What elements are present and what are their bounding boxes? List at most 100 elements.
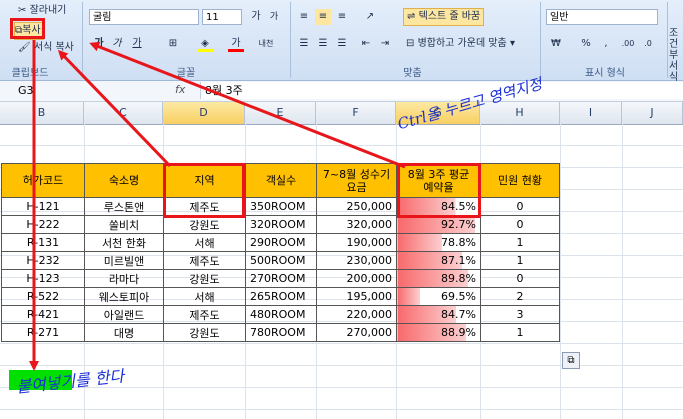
cell-code[interactable]: R-271 [1, 323, 85, 342]
font-color-button[interactable]: 가 [228, 36, 244, 52]
cell-code[interactable]: R-522 [1, 287, 85, 306]
cell-name[interactable]: 미르빌앤 [84, 251, 164, 270]
percent-button[interactable]: % [578, 36, 594, 52]
cell-rooms[interactable]: 350ROOM [245, 197, 317, 216]
column-header-f[interactable]: F [316, 102, 396, 124]
cell-code[interactable]: H-232 [1, 251, 85, 270]
align-middle-icon[interactable]: ≡ [315, 9, 331, 25]
cell-code[interactable]: H-222 [1, 215, 85, 234]
align-top-icon[interactable]: ≡ [296, 9, 312, 25]
align-center-icon[interactable]: ☰ [315, 36, 331, 52]
header-code[interactable]: 허가코드 [1, 163, 85, 198]
phonetic-button[interactable]: 내천 [258, 36, 274, 52]
cell-complaints[interactable]: 1 [480, 233, 560, 252]
cell-price[interactable]: 270,000 [316, 323, 397, 342]
cell-price[interactable]: 320,000 [316, 215, 397, 234]
italic-button[interactable]: 가 [109, 36, 125, 52]
cell-complaints[interactable]: 0 [480, 197, 560, 216]
font-name-box[interactable]: 굴림 [89, 9, 199, 25]
merge-center-button[interactable]: ⊟ 병합하고 가운데 맞춤 ▾ [406, 36, 515, 52]
cell-rooms[interactable]: 290ROOM [245, 233, 317, 252]
increase-decimal-button[interactable]: .00 [620, 36, 636, 52]
cell-rate[interactable]: 92.7% [396, 215, 481, 234]
format-painter-button[interactable]: 🖌 서식 복사 [18, 40, 74, 56]
decrease-indent-icon[interactable]: ⇤ [358, 36, 374, 52]
cell-price[interactable]: 220,000 [316, 305, 397, 324]
cell-rooms[interactable]: 265ROOM [245, 287, 317, 306]
cell-name[interactable]: 루스톤앤 [84, 197, 164, 216]
cell-name[interactable]: 웨스토피아 [84, 287, 164, 306]
cell-price[interactable]: 200,000 [316, 269, 397, 288]
fx-button[interactable]: fx [175, 83, 185, 96]
cell-rooms[interactable]: 780ROOM [245, 323, 317, 342]
column-header-b[interactable]: B [0, 102, 84, 124]
shrink-font-button[interactable]: 가 [266, 9, 282, 25]
fill-color-button[interactable]: ◈ [197, 36, 213, 52]
border-button[interactable]: ⊞ [165, 36, 181, 52]
cell-complaints[interactable]: 1 [480, 251, 560, 270]
cell-region[interactable]: 강원도 [163, 323, 246, 342]
cut-button[interactable]: ✂ 잘라내기 [18, 3, 66, 19]
currency-button[interactable]: ₩ [548, 36, 564, 52]
cell-rate[interactable]: 87.1% [396, 251, 481, 270]
cell-region[interactable]: 강원도 [163, 215, 246, 234]
header-name[interactable]: 숙소명 [84, 163, 164, 198]
cell-price[interactable]: 250,000 [316, 197, 397, 216]
cell-rooms[interactable]: 270ROOM [245, 269, 317, 288]
cell-rate[interactable]: 78.8% [396, 233, 481, 252]
align-right-icon[interactable]: ☰ [334, 36, 350, 52]
formula-input[interactable]: 8월 3주 [200, 82, 683, 99]
comma-button[interactable]: , [598, 36, 614, 52]
align-bottom-icon[interactable]: ≡ [334, 9, 350, 25]
cell-region[interactable]: 서해 [163, 287, 246, 306]
cell-complaints[interactable]: 3 [480, 305, 560, 324]
cell-region[interactable]: 제주도 [163, 251, 246, 270]
number-format-box[interactable]: 일반 [546, 9, 658, 25]
cell-price[interactable]: 230,000 [316, 251, 397, 270]
cell-region[interactable]: 제주도 [163, 305, 246, 324]
cell-name[interactable]: 라마다 [84, 269, 164, 288]
header-price[interactable]: 7~8월 성수기요금 [316, 163, 397, 198]
decrease-decimal-button[interactable]: .0 [640, 36, 656, 52]
cell-rate[interactable]: 88.9% [396, 323, 481, 342]
header-rooms[interactable]: 객실수 [245, 163, 317, 198]
cell-rate[interactable]: 89.8% [396, 269, 481, 288]
cell-region[interactable]: 강원도 [163, 269, 246, 288]
cell-price[interactable]: 195,000 [316, 287, 397, 306]
cell-code[interactable]: H-123 [1, 269, 85, 288]
cell-code[interactable]: R-421 [1, 305, 85, 324]
cell-complaints[interactable]: 0 [480, 269, 560, 288]
wrap-text-button[interactable]: ⇌ 텍스트 줄 바꿈 [403, 8, 485, 26]
cell-rooms[interactable]: 500ROOM [245, 251, 317, 270]
column-header-c[interactable]: C [84, 102, 163, 124]
orientation-icon[interactable]: ↗ [362, 9, 378, 25]
cell-rate[interactable]: 84.7% [396, 305, 481, 324]
cell-rate[interactable]: 69.5% [396, 287, 481, 306]
header-complaints[interactable]: 민원 현황 [480, 163, 560, 198]
font-size-box[interactable]: 11 [202, 9, 242, 25]
conditional-format-button[interactable]: 조건부 서식 [669, 28, 683, 83]
paste-options-icon[interactable]: ⧉ [562, 352, 580, 369]
column-header-d[interactable]: D [163, 102, 245, 124]
cell-code[interactable]: R-131 [1, 233, 85, 252]
bold-button[interactable]: 가 [91, 36, 107, 52]
column-header-i[interactable]: I [560, 102, 622, 124]
name-box[interactable]: G3 [18, 83, 98, 98]
cell-rooms[interactable]: 480ROOM [245, 305, 317, 324]
cell-region[interactable]: 서해 [163, 233, 246, 252]
cell-name[interactable]: 쏠비치 [84, 215, 164, 234]
column-header-j[interactable]: J [622, 102, 683, 124]
underline-button[interactable]: 가 [129, 36, 145, 52]
cell-rooms[interactable]: 320ROOM [245, 215, 317, 234]
increase-indent-icon[interactable]: ⇥ [377, 36, 393, 52]
cell-complaints[interactable]: 1 [480, 323, 560, 342]
column-header-e[interactable]: E [245, 102, 316, 124]
cell-name[interactable]: 서천 한화 [84, 233, 164, 252]
cell-price[interactable]: 190,000 [316, 233, 397, 252]
cell-complaints[interactable]: 2 [480, 287, 560, 306]
grow-font-button[interactable]: 가 [248, 9, 264, 25]
cell-name[interactable]: 대명 [84, 323, 164, 342]
cell-code[interactable]: H-121 [1, 197, 85, 216]
align-left-icon[interactable]: ☰ [296, 36, 312, 52]
cell-complaints[interactable]: 0 [480, 215, 560, 234]
